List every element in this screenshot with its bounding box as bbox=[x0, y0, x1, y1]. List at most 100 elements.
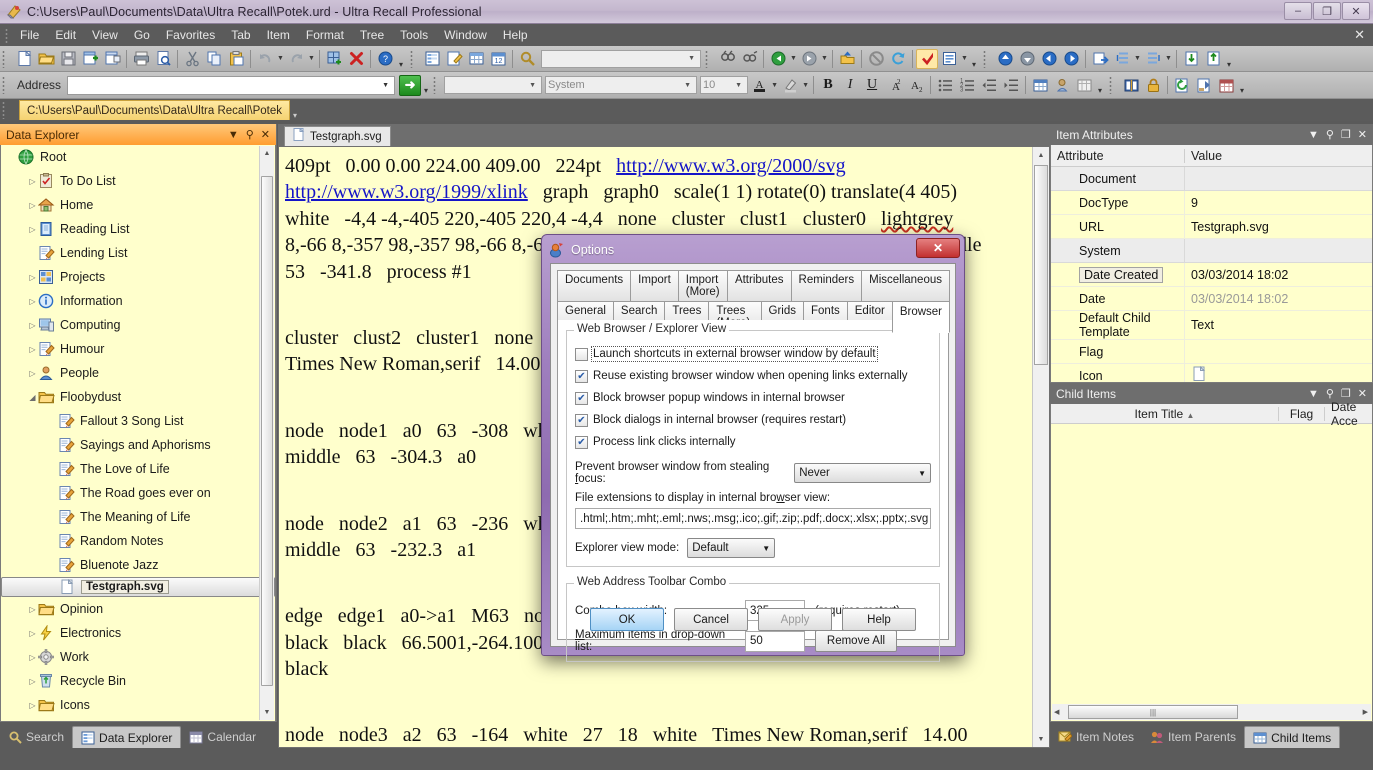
quick-search-input[interactable]: ▼ bbox=[541, 49, 701, 68]
tree-item-home[interactable]: ▷ Home bbox=[1, 193, 275, 217]
forward-icon[interactable] bbox=[798, 48, 820, 70]
expand-expander-icon[interactable]: ▷ bbox=[27, 677, 38, 686]
font-color-icon[interactable]: A bbox=[748, 74, 770, 96]
menu-item-window[interactable]: Window bbox=[436, 26, 495, 44]
tree-item-the-meaning-of-life[interactable]: The Meaning of Life bbox=[1, 505, 275, 529]
insert-object-icon[interactable] bbox=[1073, 74, 1095, 96]
insert-table-icon[interactable] bbox=[1029, 74, 1051, 96]
tab-item-notes[interactable]: Item Notes bbox=[1050, 726, 1142, 748]
tree-item-opinion[interactable]: ▷ Opinion bbox=[1, 597, 275, 621]
paste-icon[interactable] bbox=[225, 48, 247, 70]
expand-expander-icon[interactable]: ▷ bbox=[27, 201, 38, 210]
chevron-down-icon[interactable]: ▼ bbox=[228, 129, 239, 141]
attribute-row[interactable]: System bbox=[1051, 239, 1372, 263]
database-path-tab[interactable]: C:\Users\Paul\Documents\Data\Ultra Recal… bbox=[19, 100, 291, 120]
attribute-row[interactable]: URL Testgraph.svg bbox=[1051, 215, 1372, 239]
column-header-attribute[interactable]: Attribute bbox=[1051, 148, 1185, 163]
tree-item-the-love-of-life[interactable]: The Love of Life bbox=[1, 457, 275, 481]
menu-item-item[interactable]: Item bbox=[259, 26, 298, 44]
toolbar-grip[interactable] bbox=[983, 49, 990, 68]
stop-icon[interactable] bbox=[865, 48, 887, 70]
redo-icon[interactable] bbox=[285, 48, 307, 70]
maximize-icon[interactable]: ❐ bbox=[1341, 128, 1351, 141]
notes-icon[interactable] bbox=[443, 48, 465, 70]
toolbar-overflow-icon[interactable]: ▾ bbox=[421, 74, 431, 96]
remove-all-button[interactable]: Remove All bbox=[815, 630, 897, 652]
explorer-view-mode-select[interactable]: Default ▼ bbox=[687, 538, 776, 558]
tree-item-bluenote-jazz[interactable]: Bluenote Jazz bbox=[1, 553, 275, 577]
checkmark-icon[interactable] bbox=[916, 48, 938, 69]
child-items-grid[interactable]: Item Title ▲ Flag Date Acce ◀ ||| ▶ bbox=[1050, 400, 1373, 722]
tab-child-items[interactable]: Child Items bbox=[1244, 726, 1341, 748]
expand-icon[interactable] bbox=[1180, 48, 1202, 70]
toolbar-grip[interactable] bbox=[410, 49, 417, 68]
maximize-button[interactable]: ❐ bbox=[1313, 2, 1341, 20]
font-family-select[interactable]: System ▼ bbox=[545, 76, 698, 94]
attribute-row[interactable]: Date Created 03/03/2014 18:02 bbox=[1051, 263, 1372, 287]
chevron-down-icon[interactable]: ▼ bbox=[526, 82, 539, 89]
highlight-dropdown-icon[interactable]: ▼ bbox=[801, 74, 810, 96]
outline-icon[interactable] bbox=[421, 48, 443, 70]
refresh-icon[interactable] bbox=[887, 48, 909, 70]
highlight-icon[interactable] bbox=[779, 74, 801, 96]
back-dropdown-icon[interactable]: ▼ bbox=[789, 48, 798, 70]
checkbox-checked-icon[interactable]: ✔ bbox=[575, 413, 588, 427]
option-checkbox-row[interactable]: Launch shortcuts in external browser win… bbox=[575, 343, 931, 365]
expand-expander-icon[interactable]: ▷ bbox=[27, 653, 38, 662]
menu-item-go[interactable]: Go bbox=[126, 26, 158, 44]
chevron-down-icon[interactable]: ▼ bbox=[382, 82, 394, 89]
tools-grip[interactable] bbox=[1109, 76, 1117, 94]
close-button[interactable]: ✕ bbox=[1342, 2, 1370, 20]
option-checkbox-row[interactable]: ✔ Block dialogs in internal browser (requ… bbox=[575, 409, 931, 431]
save-icon[interactable] bbox=[57, 48, 79, 70]
lock-icon[interactable] bbox=[1142, 74, 1164, 96]
tree-item-testgraph-svg[interactable]: Testgraph.svg bbox=[1, 577, 275, 597]
pin-icon[interactable]: ⚲ bbox=[1326, 387, 1334, 400]
chevron-down-icon[interactable]: ▼ bbox=[685, 55, 698, 62]
copy-icon[interactable] bbox=[203, 48, 225, 70]
style-select[interactable]: ▼ bbox=[444, 76, 543, 94]
checkbox-checked-icon[interactable]: ✔ bbox=[575, 391, 588, 405]
scroll-down-icon[interactable]: ▼ bbox=[260, 705, 274, 720]
move-right-icon[interactable] bbox=[1060, 48, 1082, 70]
expand-expander-icon[interactable]: ▷ bbox=[27, 297, 38, 306]
demote-dropdown-icon[interactable]: ▼ bbox=[1164, 48, 1173, 70]
format-grip[interactable] bbox=[433, 76, 441, 94]
undo-dropdown-icon[interactable]: ▼ bbox=[276, 48, 285, 70]
tree-item-sayings-and-aphorisms[interactable]: Sayings and Aphorisms bbox=[1, 433, 275, 457]
attribute-row[interactable]: Icon bbox=[1051, 364, 1372, 382]
options-tab-reminders[interactable]: Reminders bbox=[790, 270, 863, 302]
option-checkbox-row[interactable]: ✔ Reuse existing browser window when open… bbox=[575, 365, 931, 387]
max-items-input[interactable]: 50 bbox=[745, 630, 805, 652]
attribute-row[interactable]: Flag bbox=[1051, 340, 1372, 364]
options-tab-import[interactable]: Import bbox=[630, 270, 679, 302]
toolbar-grip[interactable] bbox=[705, 49, 712, 68]
subscript-icon[interactable]: A2 bbox=[905, 74, 927, 96]
open-icon[interactable] bbox=[35, 48, 57, 70]
close-document-icon[interactable]: ✕ bbox=[1354, 27, 1365, 43]
tree-item-floobydust[interactable]: ◢ Floobydust bbox=[1, 385, 275, 409]
menu-item-tree[interactable]: Tree bbox=[352, 26, 392, 44]
tree-item-computing[interactable]: ▷ Computing bbox=[1, 313, 275, 337]
tree-item-work[interactable]: ▷ Work bbox=[1, 645, 275, 669]
pin-icon[interactable]: ⚲ bbox=[246, 128, 254, 141]
up-icon[interactable] bbox=[836, 48, 858, 70]
chevron-down-icon[interactable]: ▼ bbox=[681, 82, 694, 89]
new-icon[interactable] bbox=[13, 48, 35, 70]
menu-item-edit[interactable]: Edit bbox=[47, 26, 84, 44]
document-tab-testgraph[interactable]: Testgraph.svg bbox=[284, 126, 391, 146]
search-icon[interactable] bbox=[516, 48, 538, 70]
address-grip[interactable] bbox=[2, 76, 9, 94]
find-icon[interactable] bbox=[716, 48, 738, 70]
minimize-button[interactable]: – bbox=[1284, 2, 1312, 20]
chevron-down-icon[interactable]: ▼ bbox=[732, 82, 745, 89]
option-checkbox-row[interactable]: ✔ Process link clicks internally bbox=[575, 431, 931, 453]
decrease-indent-icon[interactable] bbox=[978, 74, 1000, 96]
properties-dropdown-icon[interactable]: ▼ bbox=[960, 48, 969, 70]
go-arrow-icon[interactable]: ➜ bbox=[399, 74, 422, 96]
ok-button[interactable]: OK bbox=[590, 608, 664, 631]
tree-item-projects[interactable]: ▷ Projects bbox=[1, 265, 275, 289]
column-header-item-title[interactable]: Item Title ▲ bbox=[1051, 406, 1279, 421]
find-next-icon[interactable] bbox=[738, 48, 760, 70]
chevron-down-icon[interactable]: ▼ bbox=[1308, 388, 1319, 400]
